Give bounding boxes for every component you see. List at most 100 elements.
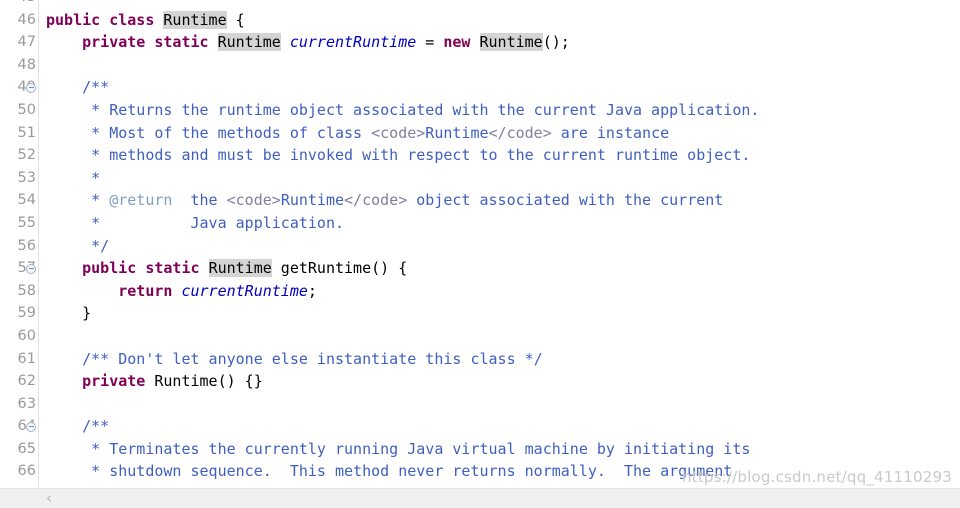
- horizontal-scrollbar[interactable]: ‹: [0, 488, 960, 508]
- code-line-text[interactable]: * Java application.: [46, 212, 344, 235]
- code-token-hl: Runtime: [208, 259, 272, 278]
- line-number: 55: [17, 214, 36, 231]
- code-token-kw: class: [109, 10, 155, 29]
- code-line[interactable]: 59 }: [0, 302, 960, 325]
- code-lines-container: 45 46 public class Runtime {47 private sta…: [0, 0, 960, 483]
- code-line-text[interactable]: * Most of the methods of class <code>Run…: [46, 122, 669, 145]
- code-line[interactable]: 65 * Terminates the currently running Ja…: [0, 438, 960, 461]
- line-number: 66: [17, 463, 36, 480]
- code-token-pln: ();: [542, 33, 570, 52]
- code-line-text[interactable]: public class Runtime {: [46, 9, 245, 32]
- code-token-tag: <code>: [226, 191, 281, 210]
- code-line-text[interactable]: */: [46, 235, 109, 258]
- code-token-doc: * Most of the methods of class: [46, 123, 372, 142]
- code-line[interactable]: 47 private static Runtime currentRuntime…: [0, 31, 960, 54]
- code-token-doc: /**: [46, 78, 110, 97]
- code-line[interactable]: 49 /**: [0, 76, 960, 99]
- code-line-text[interactable]: }: [46, 302, 91, 325]
- code-line[interactable]: 45: [0, 0, 960, 9]
- code-token-doc: Runtime: [425, 123, 489, 142]
- fold-collapse-icon[interactable]: [26, 82, 36, 93]
- code-token-doc: * shutdown sequence. This method never r…: [46, 462, 733, 481]
- code-line[interactable]: 61 /** Don't let anyone else instantiate…: [0, 348, 960, 371]
- code-token-hl: Runtime: [217, 33, 281, 52]
- code-line-text[interactable]: * methods and must be invoked with respe…: [46, 144, 750, 167]
- code-line[interactable]: 53 *: [0, 167, 960, 190]
- line-number: 51: [17, 124, 36, 141]
- code-token-fld: currentRuntime: [289, 33, 417, 52]
- line-number: 54: [17, 192, 36, 209]
- code-line-text[interactable]: /** Don't let anyone else instantiate th…: [46, 348, 543, 371]
- code-token-doc: * methods and must be invoked with respe…: [46, 146, 751, 165]
- code-token-pln: [46, 372, 82, 390]
- code-token-tag: <code>: [371, 123, 426, 142]
- code-line-text[interactable]: return currentRuntime;: [46, 280, 317, 303]
- code-token-kw: return: [118, 281, 173, 300]
- code-token-kw: new: [443, 33, 471, 52]
- fold-collapse-icon[interactable]: [26, 421, 36, 432]
- code-line-text[interactable]: * shutdown sequence. This method never r…: [46, 460, 732, 483]
- line-number: 56: [17, 237, 36, 254]
- java-code-editor: 45 46 public class Runtime {47 private sta…: [0, 0, 960, 508]
- watermark-text: https://blog.csdn.net/qq_41110293: [682, 468, 952, 486]
- code-token-doc: *: [46, 191, 110, 210]
- code-line-text[interactable]: * @return the <code>Runtime</code> objec…: [46, 189, 723, 212]
- line-number: 48: [17, 56, 36, 73]
- code-token-kw: public: [46, 10, 101, 29]
- code-token-pln: }: [46, 304, 92, 323]
- line-number: 50: [17, 101, 36, 118]
- code-token-pln: Runtime() {}: [145, 372, 263, 391]
- code-line-text[interactable]: private Runtime() {}: [46, 370, 263, 393]
- line-number: 45: [0, 0, 38, 9]
- code-token-kw: static: [145, 259, 200, 278]
- code-line[interactable]: 51 * Most of the methods of class <code>…: [0, 122, 960, 145]
- code-token-pln: [209, 33, 218, 51]
- scrollbar-gutter-pad: [0, 489, 38, 508]
- code-line-text[interactable]: public static Runtime getRuntime() {: [46, 257, 407, 280]
- code-token-doc: * Returns the runtime object associated …: [46, 100, 760, 119]
- code-token-doc: /**: [46, 417, 110, 436]
- line-number: 53: [17, 169, 36, 186]
- line-number: 52: [17, 147, 36, 164]
- code-line[interactable]: 60: [0, 325, 960, 348]
- code-line-text[interactable]: /**: [46, 415, 109, 438]
- code-line[interactable]: 64 /**: [0, 415, 960, 438]
- code-token-kw: public: [82, 259, 137, 278]
- code-viewport[interactable]: 45 46 public class Runtime {47 private sta…: [0, 0, 960, 488]
- line-number: 65: [17, 440, 36, 457]
- code-token-pln: [136, 259, 145, 277]
- code-line[interactable]: 63: [0, 393, 960, 416]
- code-line-text[interactable]: private static Runtime currentRuntime = …: [46, 31, 570, 54]
- code-line[interactable]: 54 * @return the <code>Runtime</code> ob…: [0, 189, 960, 212]
- code-token-fld: currentRuntime: [181, 281, 308, 300]
- code-token-doc: /** Don't let anyone else instantiate th…: [46, 349, 543, 368]
- code-line[interactable]: 48: [0, 54, 960, 77]
- code-line[interactable]: 56 */: [0, 235, 960, 258]
- line-number: 46: [17, 11, 36, 28]
- code-line[interactable]: 50 * Returns the runtime object associat…: [0, 99, 960, 122]
- code-line-text[interactable]: *: [46, 167, 100, 190]
- code-token-kw: static: [154, 33, 209, 52]
- code-token-at: @return: [109, 191, 173, 210]
- code-line-text[interactable]: * Terminates the currently running Java …: [46, 438, 750, 461]
- code-line-text[interactable]: /**: [46, 76, 109, 99]
- code-line[interactable]: 58 return currentRuntime;: [0, 280, 960, 303]
- line-number: 61: [17, 350, 36, 367]
- code-token-doc: */: [46, 236, 110, 255]
- code-line[interactable]: 46 public class Runtime {: [0, 9, 960, 32]
- code-token-hl: Runtime: [163, 10, 227, 29]
- code-token-pln: [281, 33, 290, 51]
- code-line[interactable]: 62 private Runtime() {}: [0, 370, 960, 393]
- code-token-doc: the: [172, 191, 227, 210]
- code-token-pln: [46, 33, 82, 51]
- code-line[interactable]: 52 * methods and must be invoked with re…: [0, 144, 960, 167]
- code-line[interactable]: 57 public static Runtime getRuntime() {: [0, 257, 960, 280]
- code-token-hl: Runtime: [479, 33, 543, 52]
- scroll-left-arrow-icon[interactable]: ‹: [38, 489, 60, 508]
- line-number: 60: [17, 327, 36, 344]
- code-token-doc: * Java application.: [46, 213, 345, 232]
- fold-collapse-icon[interactable]: [26, 263, 36, 274]
- code-token-pln: =: [416, 33, 444, 52]
- code-line-text[interactable]: * Returns the runtime object associated …: [46, 99, 759, 122]
- code-line[interactable]: 55 * Java application.: [0, 212, 960, 235]
